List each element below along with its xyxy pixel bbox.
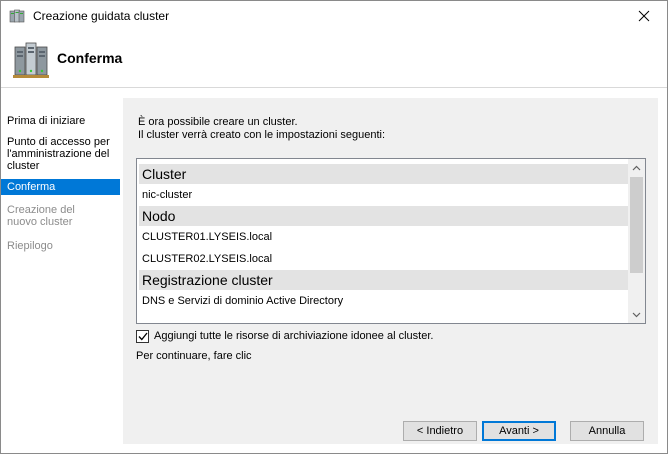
list-section-header: Nodo: [139, 206, 628, 226]
close-button[interactable]: [621, 1, 667, 31]
close-icon: [638, 10, 650, 22]
title-bar: Creazione guidata cluster: [1, 1, 667, 31]
list-section-header: Registrazione cluster: [139, 270, 628, 290]
settings-list-rows: Cluster nic-cluster Nodo CLUSTER01.LYSEI…: [139, 164, 628, 312]
next-button[interactable]: Avanti >: [482, 421, 556, 441]
cancel-button[interactable]: Annulla: [570, 421, 644, 441]
window-title: Creazione guidata cluster: [33, 9, 170, 23]
add-storage-option[interactable]: Aggiungi tutte le risorse di archiviazio…: [136, 329, 433, 343]
add-storage-checkbox[interactable]: [136, 329, 149, 343]
nav-step-conferma[interactable]: Conferma: [1, 179, 120, 195]
continue-instruction: Per continuare, fare clic: [136, 350, 252, 362]
chevron-up-icon: [632, 165, 641, 170]
content-panel: È ora possibile creare un cluster. Il cl…: [123, 98, 658, 444]
wizard-window: Creazione guidata cluster Conferma Prima…: [0, 0, 668, 454]
scrollbar-thumb[interactable]: [630, 177, 643, 273]
vertical-scrollbar[interactable]: [628, 159, 645, 323]
list-item: CLUSTER02.LYSEIS.local: [142, 253, 273, 265]
settings-listbox[interactable]: Cluster nic-cluster Nodo CLUSTER01.LYSEI…: [136, 158, 646, 324]
intro-text-line2: Il cluster verrà creato con le impostazi…: [138, 129, 386, 141]
page-heading: Conferma: [57, 50, 123, 66]
back-button[interactable]: < Indietro: [403, 421, 477, 441]
cluster-app-icon: [9, 8, 25, 24]
add-storage-checkbox-label[interactable]: Aggiungi tutte le risorse di archiviazio…: [154, 330, 433, 342]
nav-step-prima-di-iniziare[interactable]: Prima di iniziare: [1, 113, 120, 129]
cluster-servers-icon: [13, 39, 49, 79]
scroll-down-button[interactable]: [628, 306, 645, 323]
checkmark-icon: [138, 332, 148, 340]
scroll-up-button[interactable]: [628, 159, 645, 176]
wizard-header: Conferma: [1, 31, 667, 88]
nav-step-riepilogo: Riepilogo: [7, 240, 53, 252]
list-item: DNS e Servizi di dominio Active Director…: [142, 295, 344, 307]
list-section-header: Cluster: [139, 164, 628, 184]
chevron-down-icon: [632, 312, 641, 317]
nav-step-creazione: Creazione del nuovo cluster: [7, 204, 75, 228]
intro-text-line1: È ora possibile creare un cluster.: [138, 116, 298, 128]
wizard-steps-nav: Prima di iniziare Punto di accesso per l…: [1, 89, 123, 453]
nav-step-punto-di-accesso[interactable]: Punto di accesso per l'amministrazione d…: [1, 134, 119, 174]
list-item: CLUSTER01.LYSEIS.local: [142, 231, 273, 243]
list-item: nic-cluster: [142, 189, 193, 201]
